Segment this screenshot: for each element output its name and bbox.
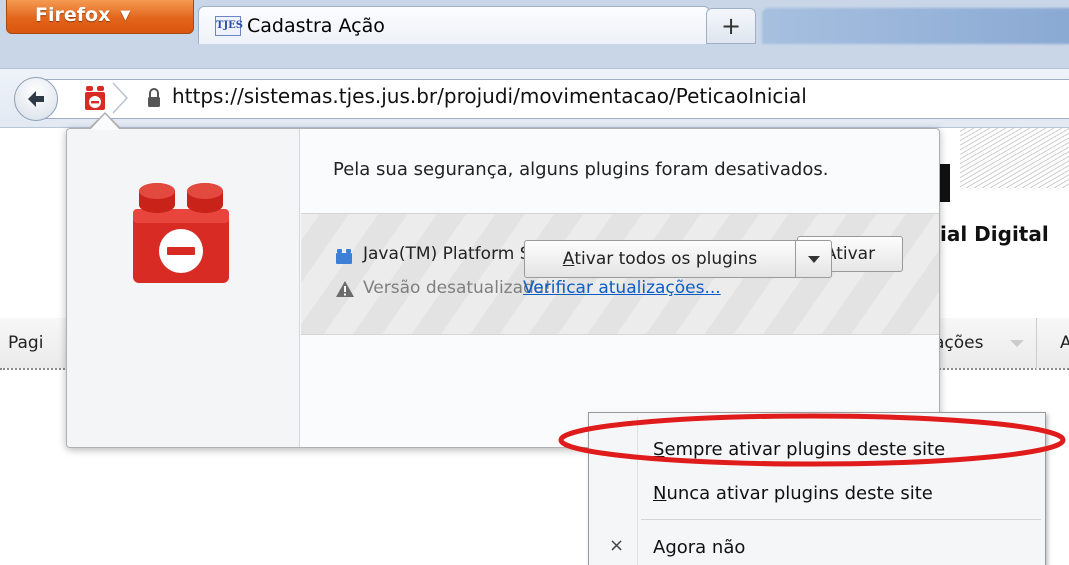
- tab-background[interactable]: [762, 8, 1069, 44]
- activate-all-label: tivar todos os plugins: [574, 249, 758, 269]
- firefox-menu-label: Firefox: [35, 4, 111, 26]
- chevron-down-icon: [1010, 340, 1024, 347]
- menu-item-always-activate[interactable]: Sempre ativar plugins deste site: [589, 427, 1045, 471]
- close-icon: ×: [609, 535, 625, 556]
- plugin-doorhanger: Pela sua segurança, alguns plugins foram…: [66, 128, 940, 448]
- page-menu-item-acoes[interactable]: ações: [934, 333, 983, 353]
- identity-separator-icon: [112, 82, 129, 114]
- menu-item-not-now[interactable]: × Agora não: [589, 525, 1045, 565]
- check-updates-link[interactable]: Verificar atualizações...: [523, 278, 721, 298]
- menu-item-label: unca ativar plugins deste site: [666, 483, 933, 504]
- menu-item-label: empre ativar plugins deste site: [664, 439, 946, 460]
- plugin-blocked-icon[interactable]: [82, 81, 108, 115]
- doorhanger-icon-panel: [67, 129, 300, 447]
- firefox-menu-button[interactable]: Firefox ▼: [6, 0, 194, 34]
- menu-item-never-activate[interactable]: Nunca ativar plugins deste site: [589, 471, 1045, 515]
- warning-icon: [336, 281, 354, 297]
- activation-options-menu: Sempre ativar plugins deste site Nunca a…: [588, 412, 1046, 565]
- tab-strip: Firefox ▼ TJES Cadastra Ação +: [0, 0, 1069, 68]
- page-menu-item-next[interactable]: A: [1060, 333, 1069, 353]
- activate-all-plugins-button[interactable]: Ativar todos os plugins: [524, 240, 796, 278]
- activate-all-accesskey: A: [562, 249, 575, 269]
- navigation-bar: https://sistemas.tjes.jus.br/projudi/mov…: [0, 68, 1069, 128]
- plugin-lego-icon: [133, 183, 229, 283]
- site-favicon-icon: TJES: [215, 15, 243, 36]
- page-menu-item-home[interactable]: Pagi: [8, 333, 43, 353]
- menu-separator: [641, 519, 1041, 520]
- popup-arrow-fill: [90, 114, 120, 130]
- chevron-down-icon: [807, 255, 820, 263]
- browser-window: Firefox ▼ TJES Cadastra Ação + https://s…: [0, 0, 1069, 565]
- new-tab-button[interactable]: +: [706, 8, 756, 44]
- url-text[interactable]: https://sistemas.tjes.jus.br/projudi/mov…: [172, 84, 807, 108]
- java-plugin-icon: [336, 249, 352, 264]
- back-arrow-icon: [28, 91, 44, 107]
- tab-active[interactable]: TJES Cadastra Ação: [198, 6, 710, 44]
- doorhanger-message: Pela sua segurança, alguns plugins foram…: [333, 159, 829, 180]
- lock-icon: [148, 88, 160, 107]
- menu-item-accesskey: S: [653, 439, 665, 460]
- activate-options-dropdown-button[interactable]: [796, 240, 832, 278]
- back-button[interactable]: [14, 77, 58, 121]
- menu-item-accesskey: N: [653, 483, 667, 504]
- activate-all-split-button: Ativar todos os plugins: [524, 240, 838, 278]
- chevron-down-icon: ▼: [120, 7, 131, 23]
- menu-divider: [1036, 318, 1037, 370]
- page-header-pattern: [960, 128, 1069, 188]
- menu-item-label: Agora não: [653, 537, 746, 558]
- page-subtitle: ial Digital: [940, 222, 1049, 246]
- tab-title: Cadastra Ação: [247, 14, 385, 37]
